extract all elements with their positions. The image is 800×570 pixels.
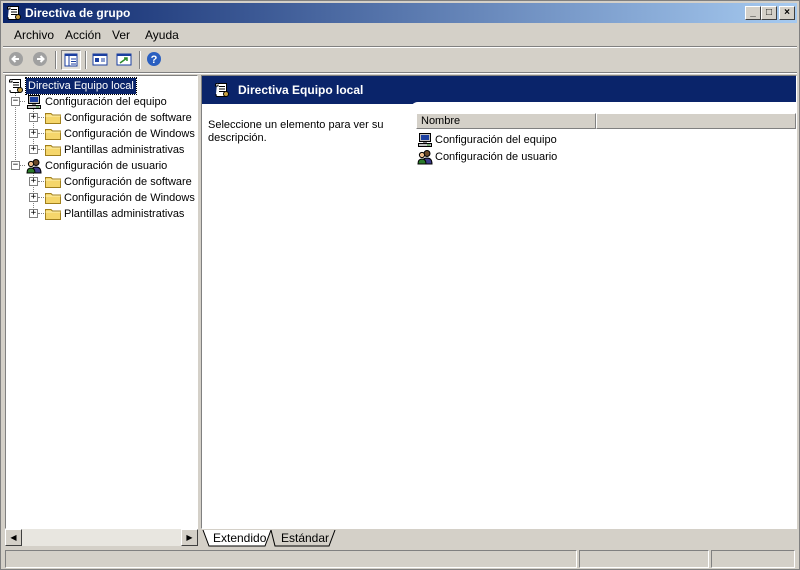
export-list-button[interactable] [115,50,135,70]
users-icon [417,149,433,165]
window-title: Directiva de grupo [25,6,131,20]
expander-user-admin-templates[interactable]: + [29,209,38,218]
toolbar-separator-line [3,72,797,74]
folder-icon [45,112,61,124]
tree-item-label: Plantillas administrativas [64,144,185,156]
toolbar-separator [85,51,87,69]
computer-icon [417,132,433,148]
computer-icon [26,94,42,110]
menu-accion[interactable]: Acción [65,28,101,42]
policy-scroll-icon [6,5,22,21]
expander-user-software-settings[interactable]: + [29,177,38,186]
tree-connector [38,133,44,134]
tree-connector [38,197,44,198]
status-bar [3,550,797,568]
tree-item-label: Configuración del equipo [45,96,167,108]
tab-extendido[interactable]: Extendido [213,530,266,547]
tree-connector [38,117,44,118]
tree-pane[interactable]: Directiva Equipo local − Configuración d… [5,75,198,529]
list-item-label: Configuración de usuario [435,151,558,163]
banner-title: Directiva Equipo local [238,83,364,97]
policy-scroll-icon [8,78,24,94]
menu-ver[interactable]: Ver [112,28,130,42]
status-panel-2 [579,550,709,568]
back-arrow-icon [9,52,23,66]
close-button[interactable]: × [779,6,795,20]
policy-scroll-icon [214,82,230,98]
view-tabs: Extendido Estándar [201,530,797,548]
tree-item-label: Plantillas administrativas [64,208,185,220]
show-hide-tree-button[interactable] [61,50,81,70]
scroll-left-button[interactable]: ◀ [5,529,22,546]
tree-item-label: Configuración de software [64,176,192,188]
banner-tab-shape [410,102,796,110]
tree-connector [38,181,44,182]
folder-icon [45,144,61,156]
tree-root-label: Directiva Equipo local [25,77,137,95]
minimize-button[interactable]: _ [745,6,761,20]
forward-button[interactable] [31,50,51,70]
expander-user-config[interactable]: − [11,161,20,170]
folder-icon [45,192,61,204]
column-header-blank[interactable] [596,113,796,129]
tree-item-label: Configuración de Windows [64,192,195,204]
tree-connector [38,213,44,214]
export-list-icon [116,53,132,66]
toolbar: ? [3,48,797,72]
folder-icon [45,176,61,188]
tree-item-label: Configuración de usuario [45,160,168,172]
tree-item-label: Configuración de Windows [64,128,195,140]
description-text: Seleccione un elemento para ver su descr… [208,119,384,144]
title-bar[interactable]: Directiva de grupo _ □ × [3,3,797,23]
list-item-label: Configuración del equipo [435,134,557,146]
maximize-button[interactable]: □ [761,6,777,20]
status-panel-3 [711,550,795,568]
column-header-nombre[interactable]: Nombre [416,113,596,129]
properties-button[interactable] [91,50,111,70]
scroll-right-button[interactable]: ▶ [181,529,198,546]
tree-item-label: Configuración de software [64,112,192,124]
expander-admin-templates[interactable]: + [29,145,38,154]
tab-estandar[interactable]: Estándar [281,530,329,547]
show-tree-icon [64,53,78,67]
menu-archivo[interactable]: Archivo [14,28,54,42]
expander-user-windows-settings[interactable]: + [29,193,38,202]
toolbar-separator [55,51,57,69]
expander-computer-config[interactable]: − [11,97,20,106]
details-banner: Directiva Equipo local [202,76,796,104]
menu-bar: Archivo Acción Ver Ayuda [3,25,797,45]
expander-software-settings[interactable]: + [29,113,38,122]
tree-horizontal-scrollbar[interactable]: ◀ ▶ [5,529,198,546]
tree-connector [38,149,44,150]
folder-icon [45,128,61,140]
toolbar-separator [139,51,141,69]
menu-ayuda[interactable]: Ayuda [145,28,179,42]
properties-icon [92,53,108,66]
users-icon [26,158,42,174]
back-button[interactable] [7,50,27,70]
help-button[interactable]: ? [145,50,165,70]
folder-icon [45,208,61,220]
group-policy-window: Directiva de grupo _ □ × Archivo Acción … [0,0,800,570]
status-panel-main [5,550,577,568]
svg-text:?: ? [151,54,158,66]
details-pane: Directiva Equipo local Seleccione un ele… [201,75,797,529]
forward-arrow-icon [33,52,47,66]
expander-windows-settings[interactable]: + [29,129,38,138]
help-icon: ? [147,52,161,66]
list-header: Nombre [416,113,796,129]
